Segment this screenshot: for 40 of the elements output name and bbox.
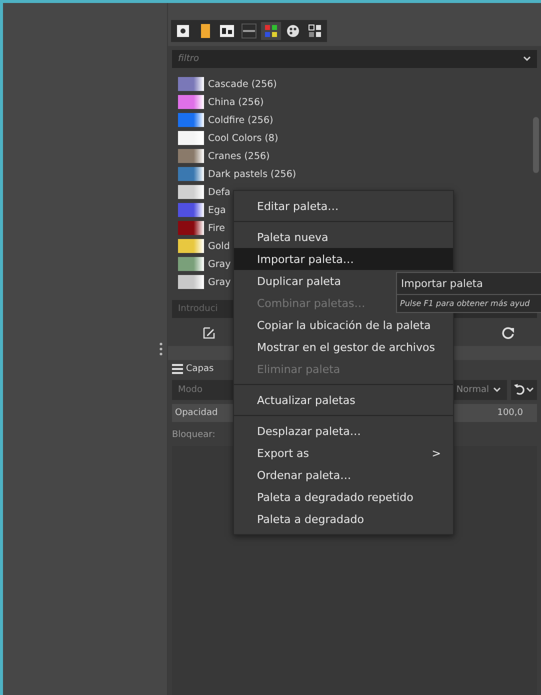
palettes-tab[interactable] <box>261 22 281 40</box>
menu-item[interactable]: Paleta a degradado <box>234 508 453 530</box>
chevron-down-icon[interactable] <box>493 387 501 393</box>
palette-name[interactable]: Defa <box>208 186 230 198</box>
palette-name[interactable]: Gray <box>208 258 231 270</box>
palette-name[interactable]: Coldfire (256) <box>208 114 274 126</box>
menu-item[interactable]: Paleta nueva <box>234 226 453 248</box>
edit-icon[interactable] <box>202 326 216 340</box>
palettes-icon <box>263 23 279 39</box>
palette-name[interactable]: Cranes (256) <box>208 150 270 162</box>
palette-name[interactable]: Gray <box>208 276 231 288</box>
scrollbar[interactable] <box>533 117 539 173</box>
undo-dropdown-icon[interactable] <box>511 380 537 400</box>
menu-item[interactable]: Copiar la ubicación de la paleta <box>234 314 453 336</box>
resize-handle-icon[interactable] <box>159 342 163 356</box>
grid-icon <box>307 23 323 39</box>
menu-item[interactable]: Desplazar paleta… <box>234 420 453 442</box>
menu-item[interactable]: Paleta a degradado repetido <box>234 486 453 508</box>
menu-item[interactable]: Importar paleta… <box>234 248 453 270</box>
layers-icon <box>172 364 183 374</box>
palette-name[interactable]: Cascade (256) <box>208 78 277 90</box>
palette-name[interactable]: Dark pastels (256) <box>208 168 296 180</box>
palette-name[interactable]: Gold <box>208 240 230 252</box>
menu-item[interactable]: Mostrar en el gestor de archivos <box>234 336 453 358</box>
menu-item[interactable]: Ordenar paleta… <box>234 464 453 486</box>
line-tab[interactable] <box>239 22 259 40</box>
font-tab[interactable] <box>217 22 237 40</box>
menu-item[interactable]: Export as > <box>234 442 453 464</box>
refresh-icon[interactable] <box>501 326 515 340</box>
palette-name[interactable]: China (256) <box>208 96 264 108</box>
chevron-down-icon[interactable] <box>523 56 531 62</box>
palette-name[interactable]: Ega <box>208 204 226 216</box>
menu-item[interactable]: Editar paleta… <box>234 195 453 217</box>
lock-label: Bloquear: <box>171 429 216 442</box>
layers-tab[interactable]: Capas <box>186 364 214 374</box>
palette-name[interactable]: Fire <box>208 222 225 234</box>
palette-icon <box>285 23 301 39</box>
menu-item[interactable]: Actualizar paletas <box>234 389 453 411</box>
tooltip: Importar paleta Pulse F1 para obtener más ayud <box>396 272 541 313</box>
palette-name[interactable]: Cool Colors (8) <box>208 132 278 144</box>
